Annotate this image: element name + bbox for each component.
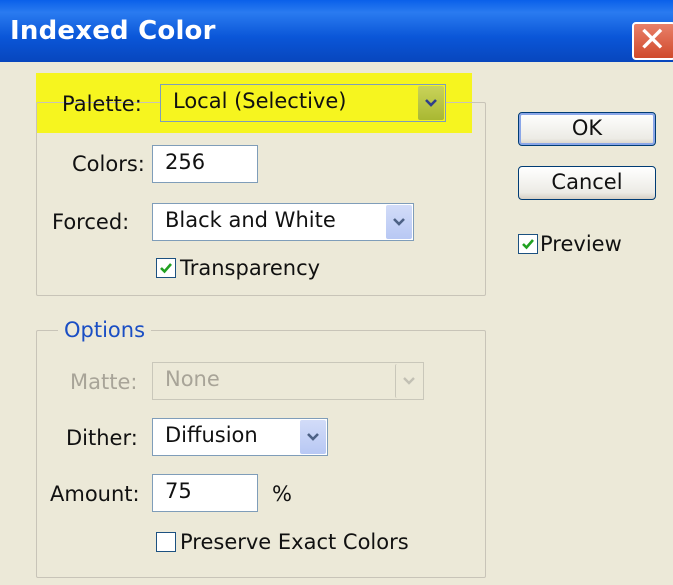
dither-dropdown-arrow[interactable]: [300, 420, 326, 454]
ok-button[interactable]: OK: [518, 112, 656, 146]
checkmark-icon: [160, 263, 172, 274]
palette-select[interactable]: Local (Selective): [160, 84, 446, 122]
colors-label: Colors:: [72, 152, 145, 176]
palette-dropdown-arrow[interactable]: [418, 86, 444, 120]
transparency-checkbox[interactable]: [156, 258, 176, 278]
chevron-down-icon: [393, 218, 405, 226]
close-icon: ✕: [638, 20, 667, 60]
amount-unit: %: [272, 482, 292, 506]
matte-value: None: [165, 367, 220, 391]
amount-input[interactable]: 75: [152, 474, 258, 512]
preview-label: Preview: [540, 232, 622, 256]
transparency-label: Transparency: [180, 256, 321, 280]
preserve-colors-checkbox[interactable]: [156, 532, 176, 552]
indexed-color-dialog: Indexed Color ✕ Palette: Local (Selectiv…: [0, 0, 673, 585]
colors-input[interactable]: 256: [152, 145, 258, 183]
preserve-colors-label: Preserve Exact Colors: [180, 530, 409, 554]
matte-select[interactable]: None: [152, 362, 424, 400]
checkmark-icon: [522, 239, 534, 250]
matte-dropdown-arrow: [395, 364, 422, 398]
palette-value: Local (Selective): [173, 89, 347, 113]
forced-label: Forced:: [52, 210, 130, 234]
cancel-button[interactable]: Cancel: [518, 166, 656, 200]
forced-select[interactable]: Black and White: [152, 203, 414, 241]
dither-label: Dither:: [66, 426, 138, 450]
title-bar: Indexed Color ✕: [0, 0, 673, 62]
dither-select[interactable]: Diffusion: [152, 418, 328, 456]
options-title: Options: [58, 318, 152, 342]
close-button[interactable]: ✕: [632, 20, 673, 60]
chevron-down-icon: [403, 377, 415, 385]
window-title: Indexed Color: [10, 16, 216, 46]
chevron-down-icon: [425, 99, 437, 107]
dialog-body: Palette: Local (Selective) Colors: 256 F…: [0, 62, 673, 585]
matte-label: Matte:: [70, 370, 138, 394]
preview-checkbox[interactable]: [518, 234, 538, 254]
dither-value: Diffusion: [165, 423, 258, 447]
amount-label: Amount:: [50, 482, 140, 506]
chevron-down-icon: [307, 433, 319, 441]
palette-label: Palette:: [62, 92, 142, 116]
forced-dropdown-arrow[interactable]: [386, 205, 412, 239]
forced-value: Black and White: [165, 208, 336, 232]
